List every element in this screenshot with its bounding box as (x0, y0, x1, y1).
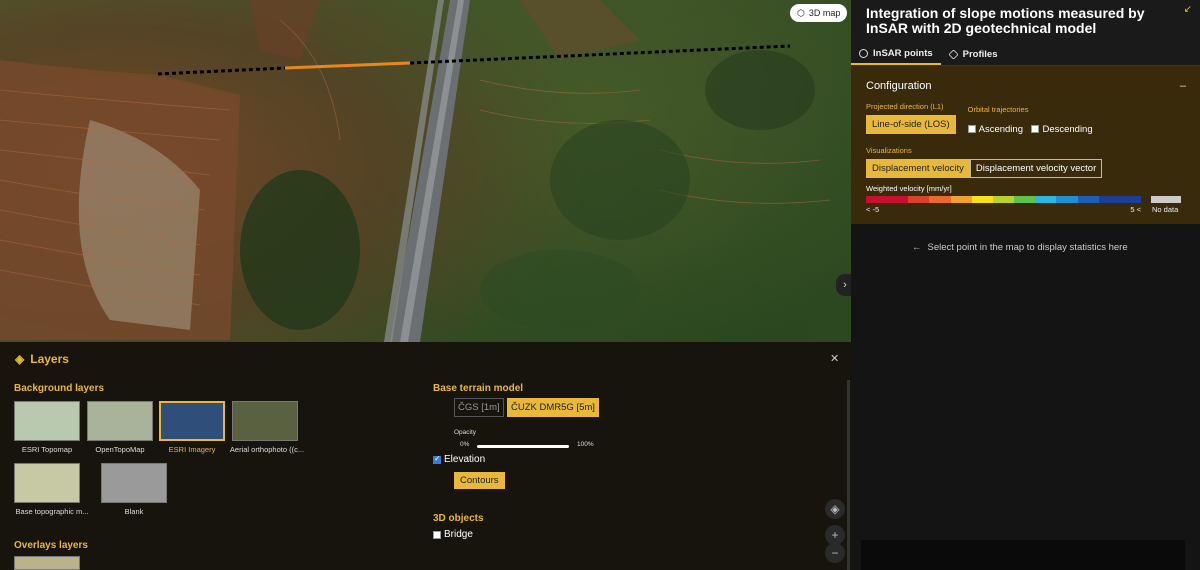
projected-direction-label: Projected direction (L1) (866, 102, 944, 111)
terrain-cgs-button[interactable]: ČGS [1m] (454, 398, 504, 417)
zoom-out-button[interactable]: − (825, 543, 845, 563)
thumb-label: Aerial orthophoto ((c... (229, 445, 305, 454)
minimize-icon[interactable]: – (1180, 80, 1186, 92)
scrollbar[interactable] (847, 380, 850, 570)
terrain-model-title: Base terrain model (433, 383, 524, 394)
circle-icon (859, 49, 868, 58)
velocity-legend: < -5 5 < No data (866, 196, 1185, 214)
visualizations-label: Visualizations (866, 146, 912, 155)
expand-panel-button[interactable]: › (836, 274, 851, 296)
configuration-section: Configuration – Projected direction (L1)… (851, 66, 1200, 224)
tab-insar-points[interactable]: InSAR points (851, 44, 941, 65)
elevation-label: Elevation (444, 454, 486, 465)
cube-icon: ⬡ (797, 7, 805, 18)
pentagon-icon (948, 49, 959, 60)
background-layers-title: Background layers (14, 383, 105, 394)
color-swatch (866, 196, 888, 203)
color-swatch (1119, 196, 1142, 203)
displacement-velocity-button[interactable]: Displacement velocity (866, 159, 970, 178)
orbital-group: Orbital trajectories Ascending Descendin… (967, 102, 1097, 138)
opacity-max: 100% (577, 441, 594, 448)
stats-message: ← Select point in the map to display sta… (912, 242, 1128, 253)
3d-map-label: 3D map (808, 8, 841, 18)
chart-placeholder (861, 540, 1185, 570)
color-swatch (887, 196, 909, 203)
nodata-swatch (1151, 196, 1181, 203)
ascending-checkbox[interactable]: Ascending (967, 123, 1023, 135)
thumb-label: Base topographic m... (15, 507, 89, 516)
opacity-slider[interactable] (477, 445, 569, 448)
checkbox-box (967, 125, 976, 133)
3d-map-button[interactable]: ⬡ 3D map (790, 4, 848, 22)
tab-profiles[interactable]: Profiles (941, 44, 1006, 65)
tab-label: InSAR points (873, 48, 933, 59)
thumb-blank[interactable] (101, 463, 167, 503)
ascending-label: Ascending (978, 123, 1023, 135)
panel-header: Integration of slope motions measured by… (851, 0, 1200, 44)
layers-panel: ◈ Layers ✕ Background layers ESRI Topoma… (0, 342, 851, 570)
legend-title: Weighted velocity [mm/yr] (866, 184, 952, 193)
color-swatch (1077, 196, 1099, 203)
thumb-base-topographic[interactable] (14, 463, 80, 503)
checkbox-box (433, 454, 441, 464)
thumb-esri-topomap[interactable] (14, 401, 80, 441)
color-swatch (1056, 196, 1078, 203)
thumb-opentopomap[interactable] (87, 401, 153, 441)
legend-min: < -5 (866, 205, 880, 214)
opacity-min: 0% (460, 441, 470, 448)
tab-bar: InSAR points Profiles (851, 44, 1200, 66)
color-swatch (908, 196, 930, 203)
nodata-label: No data (1152, 205, 1179, 214)
displacement-vector-button[interactable]: Displacement velocity vector (969, 159, 1103, 178)
elevation-checkbox[interactable]: Elevation (433, 454, 485, 465)
overlays-layers-title: Overlays layers (14, 540, 88, 551)
color-scale (866, 196, 1142, 203)
configuration-title: Configuration (866, 80, 932, 92)
descending-label: Descending (1042, 123, 1093, 135)
color-swatch (950, 196, 972, 203)
stats-message-text: Select point in the map to display stati… (927, 242, 1128, 253)
color-swatch (971, 196, 993, 203)
color-swatch (1014, 196, 1036, 203)
orbital-label: Orbital trajectories (967, 105, 1029, 114)
thumb-overlay[interactable] (14, 556, 80, 570)
checkbox-box (433, 530, 441, 539)
los-button[interactable]: Line-of-side (LOS) (866, 115, 956, 134)
zoom-in-button[interactable]: + (825, 525, 845, 545)
thumb-esri-imagery[interactable] (159, 401, 225, 441)
thumb-label: Blank (124, 507, 144, 516)
layers-title-text: Layers (30, 352, 69, 366)
visualizations-group: Visualizations Displacement velocity Disp… (866, 146, 1185, 178)
checkbox-box (1031, 125, 1040, 133)
projected-direction-group: Projected direction (L1) Line-of-side (L… (866, 102, 956, 138)
layers-icon: ◈ (15, 352, 25, 366)
layers-icon: ◈ (830, 502, 840, 516)
terrain-cuzk-button[interactable]: ČUZK DMR5G [5m] (507, 398, 599, 417)
plus-icon: + (831, 528, 839, 542)
side-panel: Integration of slope motions measured by… (851, 0, 1200, 570)
color-swatch (1098, 196, 1120, 203)
opacity-label: Opacity (454, 429, 477, 436)
color-swatch (929, 196, 951, 203)
collapse-icon[interactable]: ↙ (1184, 4, 1192, 15)
bridge-checkbox[interactable]: Bridge (433, 529, 473, 540)
bridge-label: Bridge (444, 529, 473, 540)
page-title: Integration of slope motions measured by… (866, 5, 1145, 36)
chevron-right-icon: › (843, 279, 847, 291)
arrow-left-icon: ← (912, 242, 922, 253)
layers-toggle-button[interactable]: ◈ (825, 499, 845, 519)
close-icon[interactable]: ✕ (830, 352, 839, 365)
minus-icon: − (831, 546, 839, 560)
legend-max: 5 < (1130, 205, 1141, 214)
thumb-aerial-orthophoto[interactable] (232, 401, 298, 441)
tab-label: Profiles (962, 49, 998, 60)
descending-checkbox[interactable]: Descending (1031, 123, 1093, 135)
contours-button[interactable]: Contours (454, 472, 505, 489)
layers-title: ◈ Layers (15, 352, 69, 366)
3d-objects-title: 3D objects (433, 513, 484, 524)
color-swatch (992, 196, 1015, 203)
color-swatch (1035, 196, 1057, 203)
